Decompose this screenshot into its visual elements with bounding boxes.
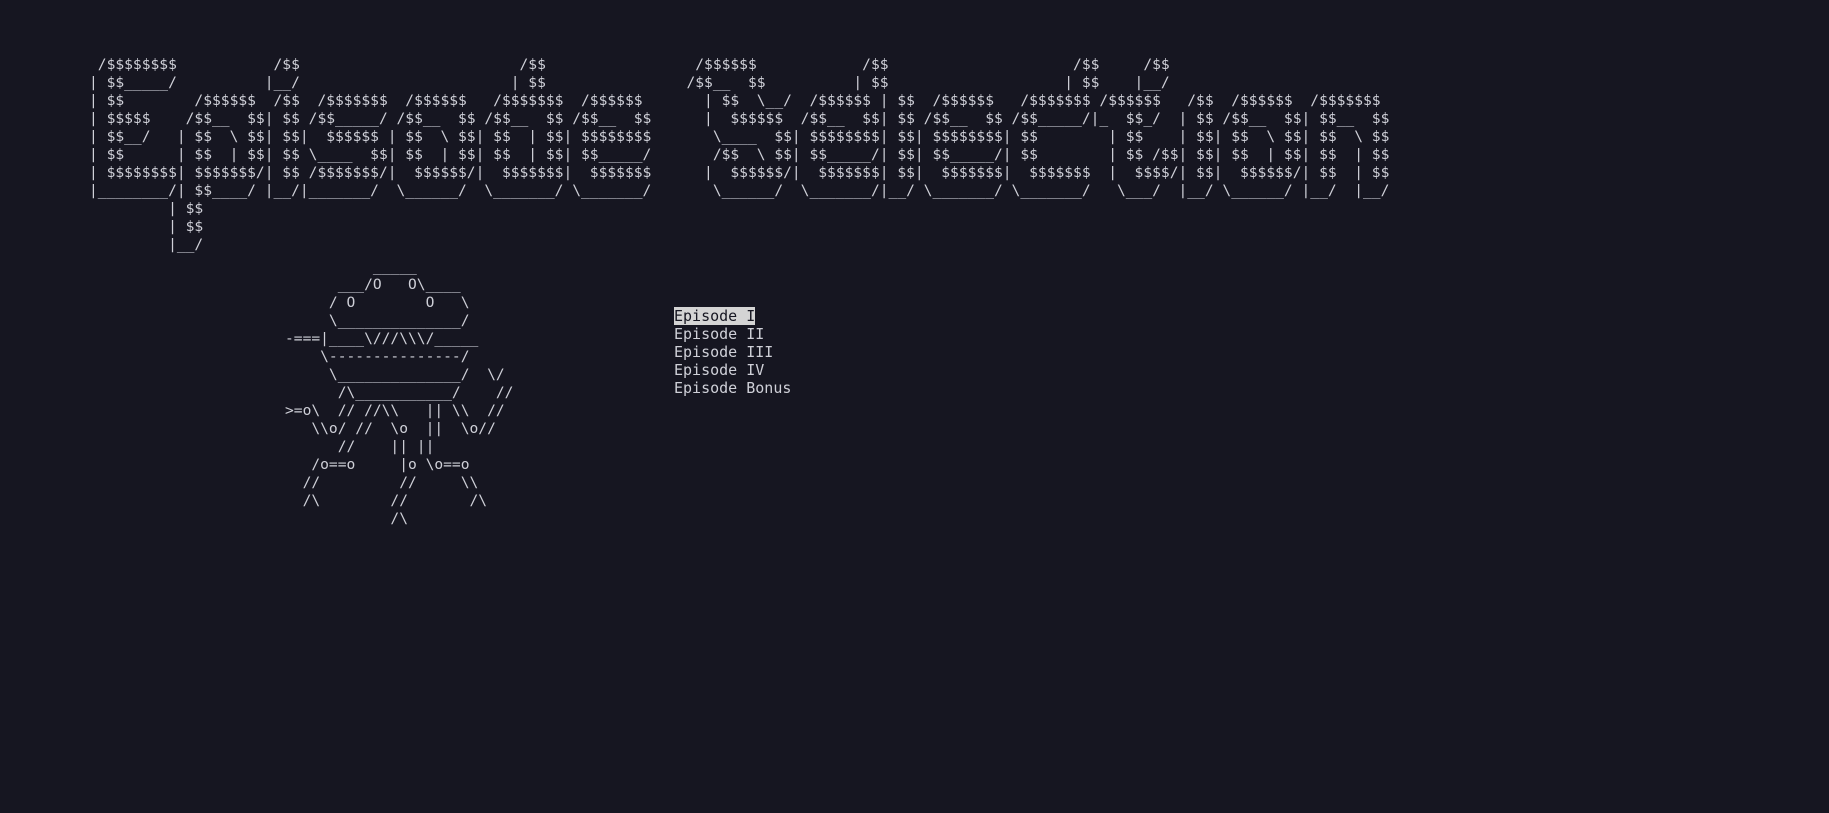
menu-item-label: Episode IV (674, 361, 765, 379)
menu-item-episode-i[interactable]: Episode I (674, 307, 791, 325)
menu-item-episode-iii[interactable]: Episode III (674, 343, 791, 361)
menu-item-label: Episode II (674, 325, 765, 343)
title-banner-ascii-art: /$$$$$$$$ /$$ /$$ /$$$$$$ /$$ /$$ /$$ | … (89, 56, 1390, 253)
menu-item-episode-ii[interactable]: Episode II (674, 325, 791, 343)
terminal-window: /$$$$$$$$ /$$ /$$ /$$$$$$ /$$ /$$ /$$ | … (0, 0, 1829, 813)
menu-item-label: Episode I (674, 307, 756, 325)
menu-item-label: Episode III (674, 343, 774, 361)
episode-menu: Episode I Episode II Episode III Episode… (674, 307, 791, 397)
robot-ascii-art: _____ ___/O O\____ / O O \ \____________… (285, 258, 514, 527)
menu-item-episode-iv[interactable]: Episode IV (674, 361, 791, 379)
menu-item-label: Episode Bonus (674, 379, 792, 397)
menu-item-episode-bonus[interactable]: Episode Bonus (674, 379, 791, 397)
